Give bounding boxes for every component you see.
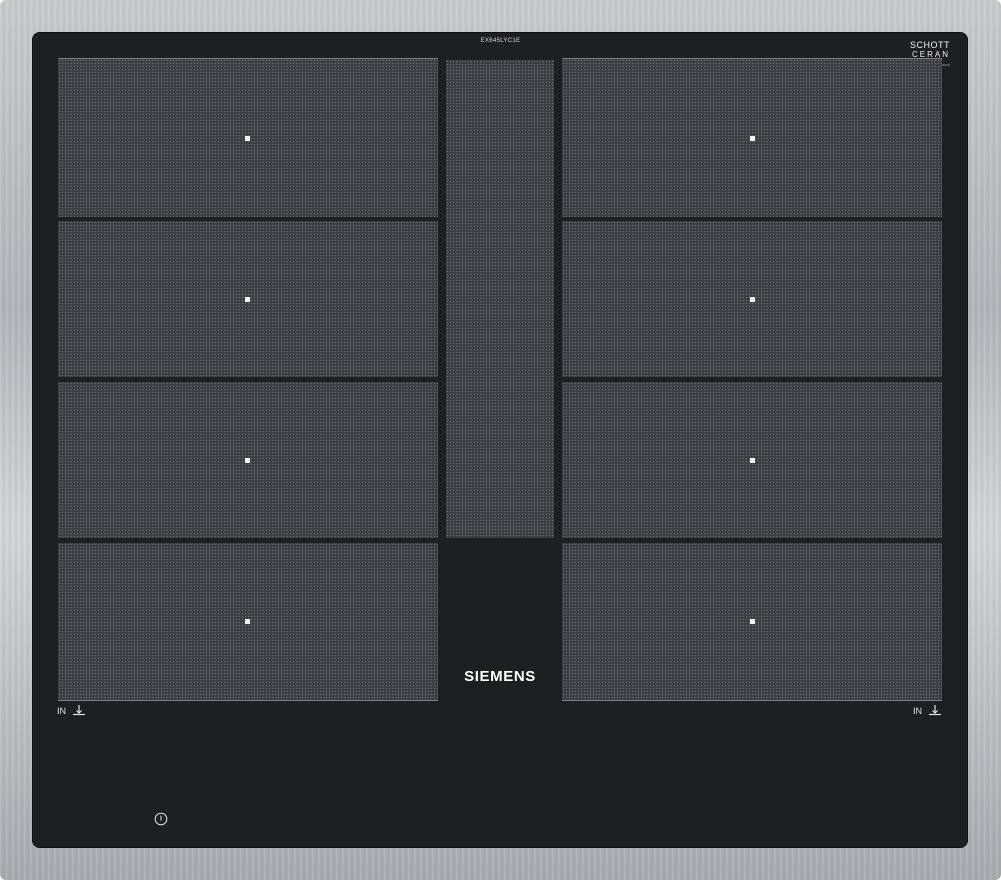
brand-logo: SIEMENS bbox=[464, 668, 536, 685]
zone-marker-right-1 bbox=[750, 136, 755, 141]
model-number: EX645LYC1E bbox=[480, 38, 521, 44]
in-indicator-right-label: IN bbox=[913, 706, 922, 716]
heat-up-arrow-icon bbox=[73, 705, 85, 716]
zone-marker-right-2 bbox=[750, 297, 755, 302]
zone-marker-left-1 bbox=[245, 136, 250, 141]
zone-marker-right-4 bbox=[750, 619, 755, 624]
zone-marker-left-2 bbox=[245, 297, 250, 302]
zone-marker-right-3 bbox=[750, 458, 755, 463]
heat-up-arrow-icon bbox=[929, 705, 941, 716]
center-dotted-strip bbox=[446, 60, 554, 538]
zone-marker-left-3 bbox=[245, 458, 250, 463]
in-indicator-left-label: IN bbox=[57, 706, 66, 716]
power-icon[interactable] bbox=[154, 812, 168, 826]
zone-marker-left-4 bbox=[245, 619, 250, 624]
schott-logo-line1: SCHOTT bbox=[910, 40, 950, 50]
